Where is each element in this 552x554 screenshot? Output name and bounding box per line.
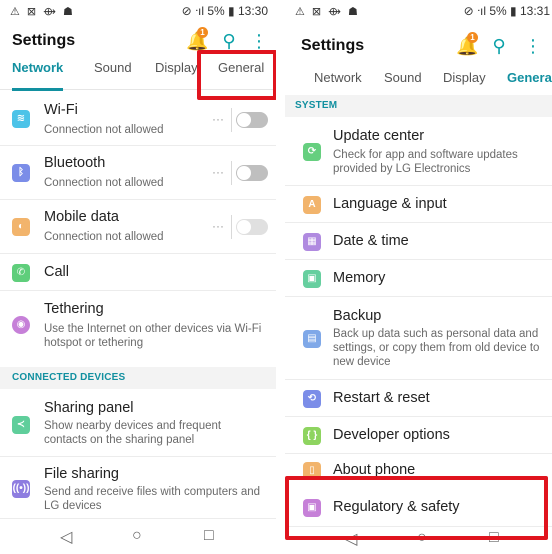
notification-badge: 1 — [467, 32, 478, 43]
list-item-developer-options[interactable]: { } Developer options — [285, 418, 552, 454]
list-item-bluetooth[interactable]: ᛒ Bluetooth Connection not allowed ··· — [0, 147, 276, 200]
section-header-system: SYSTEM — [285, 95, 552, 117]
list-item-sharing-panel[interactable]: ≺ Sharing panel Show nearby devices and … — [0, 392, 276, 457]
list-item-date-time[interactable]: ▦ Date & time — [285, 224, 552, 260]
status-bar: ⚠ ⊠ ⟴ ☗ ⊘ ᐧıl 5% ▮ 13:30 — [0, 0, 276, 22]
item-title: Tethering — [44, 301, 104, 317]
item-title: Call — [44, 264, 69, 280]
item-title: Memory — [333, 270, 386, 286]
status-time: ⊘ ᐧıl 5% ▮ 13:31 — [463, 4, 550, 18]
item-more-icon[interactable]: ··· — [212, 165, 224, 179]
share-icon: ≺ — [12, 416, 30, 434]
item-title: File sharing — [44, 466, 119, 482]
list-item-restart-reset[interactable]: ⟲ Restart & reset — [285, 381, 552, 417]
list-item-mobile-data[interactable]: ◐ Mobile data Connection not allowed ··· — [0, 201, 276, 254]
developer-icon: { } — [303, 427, 321, 445]
page-title: Settings — [12, 32, 76, 49]
item-title: Update center — [333, 128, 425, 144]
mobile-data-icon: ◐ — [12, 218, 30, 236]
app-bar: Settings 🔔 1 ⚲ ⋮ — [285, 24, 552, 58]
wifi-toggle[interactable] — [236, 112, 268, 128]
backup-icon: ▤ — [303, 330, 321, 348]
divider — [231, 108, 232, 132]
more-options-icon[interactable]: ⋮ — [522, 35, 544, 57]
item-title: Developer options — [333, 427, 450, 443]
list-item-call[interactable]: ✆ Call — [0, 255, 276, 291]
home-button[interactable]: ○ — [132, 527, 142, 545]
list-item-memory[interactable]: ▣ Memory — [285, 261, 552, 297]
bluetooth-icon: ᛒ — [12, 164, 30, 182]
item-title: Sharing panel — [44, 400, 134, 416]
list-item-update-center[interactable]: ⟳ Update center Check for app and softwa… — [285, 118, 552, 186]
right-screenshot: ⚠ ⊠ ⟴ ☗ ⊘ ᐧıl 5% ▮ 13:31 Settings 🔔 1 ⚲ … — [285, 0, 552, 554]
divider — [231, 161, 232, 185]
item-subtitle: Show nearby devices and frequent contact… — [44, 420, 222, 446]
list-item-wifi[interactable]: ≋ Wi-Fi Connection not allowed ··· — [0, 94, 276, 146]
highlight-general-tab — [197, 50, 276, 100]
file-sharing-icon: ((•)) — [12, 480, 30, 498]
item-more-icon[interactable]: ··· — [212, 112, 224, 126]
item-title: Restart & reset — [333, 390, 430, 406]
bluetooth-toggle[interactable] — [236, 165, 268, 181]
recents-button[interactable]: □ — [204, 527, 214, 545]
item-subtitle: Connection not allowed — [44, 231, 164, 243]
search-icon[interactable]: ⚲ — [218, 30, 240, 52]
item-title: Mobile data — [44, 209, 119, 225]
section-header-connected-devices: CONNECTED DEVICES — [0, 367, 276, 389]
item-subtitle: Connection not allowed — [44, 124, 164, 136]
list-item-tethering[interactable]: ◉ Tethering Use the Internet on other de… — [0, 292, 276, 358]
status-icons: ⚠ ⊠ ⟴ ☗ — [10, 6, 75, 18]
notification-badge: 1 — [197, 27, 208, 38]
item-subtitle: Connection not allowed — [44, 177, 164, 189]
item-title: Language & input — [333, 196, 447, 212]
page-title: Settings — [301, 37, 365, 54]
language-icon: A — [303, 196, 321, 214]
item-title: Wi-Fi — [44, 102, 78, 118]
list-item-file-sharing[interactable]: ((•)) File sharing Send and receive file… — [0, 458, 276, 518]
item-title: Backup — [333, 308, 382, 324]
item-subtitle: Back up data such as personal data and s… — [333, 328, 540, 368]
status-bar: ⚠ ⊠ ⟴ ☗ ⊘ ᐧıl 5% ▮ 13:31 — [285, 0, 552, 22]
item-subtitle: Check for app and software updates provi… — [333, 149, 518, 175]
item-subtitle: Send and receive files with computers an… — [44, 486, 261, 512]
divider — [231, 215, 232, 239]
tab-sound[interactable]: Sound — [94, 60, 132, 90]
date-time-icon: ▦ — [303, 233, 321, 251]
list-item-backup[interactable]: ▤ Backup Back up data such as personal d… — [285, 298, 552, 380]
search-icon[interactable]: ⚲ — [488, 35, 510, 57]
left-screenshot: ⚠ ⊠ ⟴ ☗ ⊘ ᐧıl 5% ▮ 13:30 Settings 🔔 1 ⚲ … — [0, 0, 276, 554]
mobile-data-toggle — [236, 219, 268, 235]
tab-display[interactable]: Display — [155, 60, 198, 90]
item-more-icon[interactable]: ··· — [212, 219, 224, 233]
status-time: ⊘ ᐧıl 5% ▮ 13:30 — [181, 4, 268, 18]
memory-icon: ▣ — [303, 270, 321, 288]
tethering-icon: ◉ — [12, 316, 30, 334]
more-options-icon[interactable]: ⋮ — [248, 30, 270, 52]
item-title: Date & time — [333, 233, 409, 249]
wifi-icon: ≋ — [12, 110, 30, 128]
tab-network[interactable]: Network — [12, 60, 64, 91]
item-title: Bluetooth — [44, 155, 106, 171]
status-icons: ⚠ ⊠ ⟴ ☗ — [295, 6, 360, 18]
item-subtitle: Use the Internet on other devices via Wi… — [44, 323, 262, 349]
update-icon: ⟳ — [303, 143, 321, 161]
restart-icon: ⟲ — [303, 390, 321, 408]
list-item-language-input[interactable]: A Language & input — [285, 187, 552, 223]
call-icon: ✆ — [12, 264, 30, 282]
back-button[interactable]: ◁ — [60, 527, 72, 547]
navigation-bar: ◁ ○ □ — [0, 518, 276, 554]
highlight-regulatory-safety — [285, 476, 548, 540]
pane-divider — [276, 0, 285, 554]
